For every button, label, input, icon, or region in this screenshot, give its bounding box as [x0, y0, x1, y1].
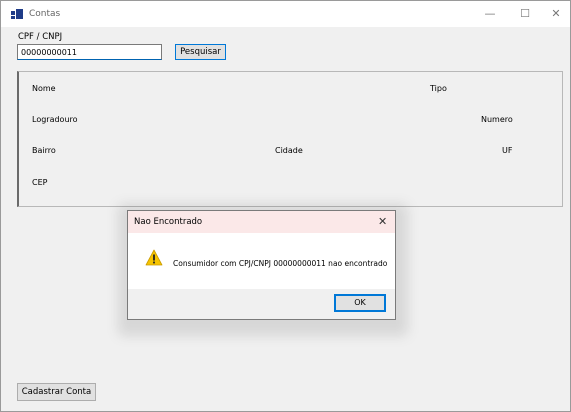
maximize-button[interactable]: ☐	[514, 5, 536, 23]
cep-label: CEP	[32, 178, 48, 187]
dialog-footer: OK	[128, 289, 395, 319]
dialog-message: Consumidor com CPJ/CNPJ 00000000011 nao …	[173, 259, 388, 268]
uf-label: UF	[502, 146, 513, 155]
numero-label: Numero	[481, 115, 513, 124]
dialog-body: Consumidor com CPJ/CNPJ 00000000011 nao …	[128, 233, 395, 289]
bairro-label: Bairro	[32, 146, 56, 155]
dialog-title-bar[interactable]: Nao Encontrado ✕	[128, 211, 395, 233]
search-button[interactable]: Pesquisar	[175, 44, 226, 60]
tipo-label: Tipo	[430, 84, 447, 93]
ok-button[interactable]: OK	[334, 294, 386, 312]
consumer-details-group: Nome Tipo Logradouro Numero Bairro Cidad…	[17, 71, 563, 207]
title-bar[interactable]: Contas — ☐ ✕	[1, 1, 570, 27]
app-form-icon	[11, 9, 23, 19]
dialog-title: Nao Encontrado	[134, 217, 203, 227]
cpf-cnpj-input[interactable]	[17, 44, 162, 60]
close-window-button[interactable]: ✕	[545, 5, 567, 23]
warning-icon	[145, 249, 163, 266]
register-account-button[interactable]: Cadastrar Conta	[17, 383, 96, 401]
cpf-cnpj-label: CPF / CNPJ	[18, 32, 63, 42]
not-found-dialog: Nao Encontrado ✕ Consumidor com CPJ/CNPJ…	[127, 210, 396, 320]
dialog-close-button[interactable]: ✕	[378, 215, 387, 228]
nome-label: Nome	[32, 84, 56, 93]
window-title: Contas	[29, 9, 61, 19]
minimize-button[interactable]: —	[479, 5, 501, 23]
cidade-label: Cidade	[275, 146, 303, 155]
logradouro-label: Logradouro	[32, 115, 78, 124]
